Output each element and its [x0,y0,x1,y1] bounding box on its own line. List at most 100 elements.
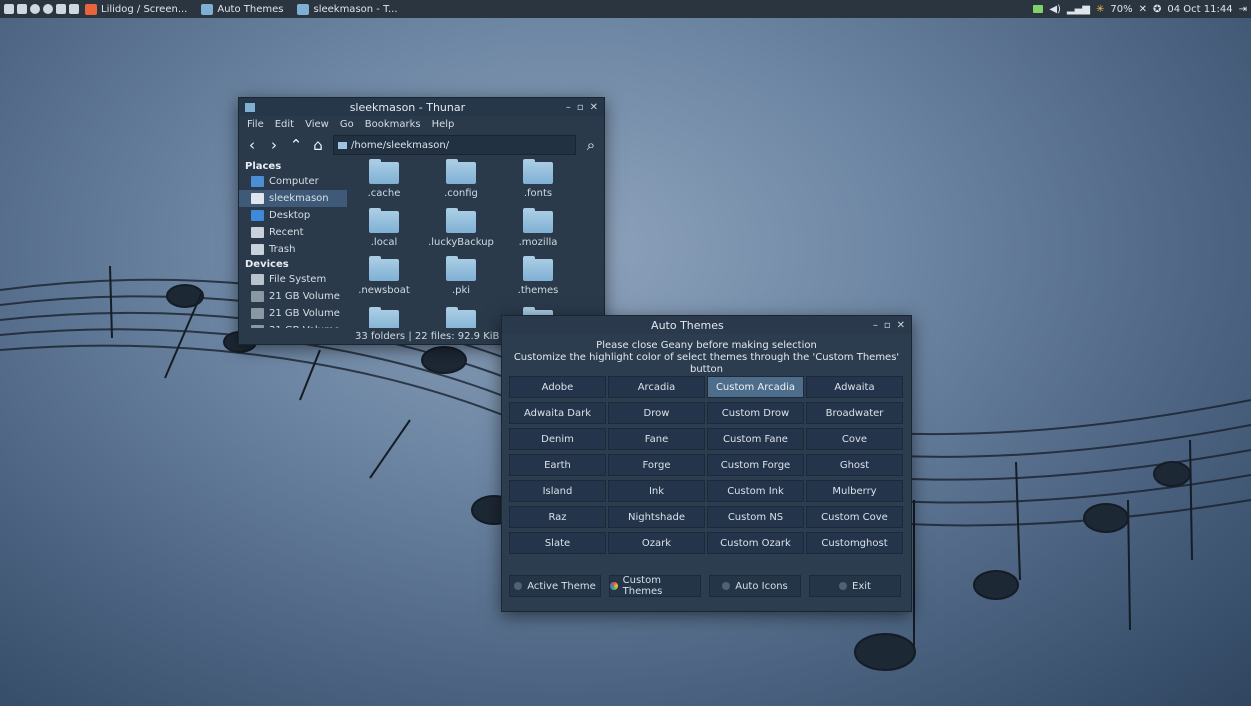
theme-button-ghost[interactable]: Ghost [806,454,903,476]
theme-button-custom-drow[interactable]: Custom Drow [707,402,804,424]
search-icon[interactable]: ⌕ [584,136,598,154]
sidebar-item-label: 21 GB Volume [269,291,340,302]
theme-button-arcadia[interactable]: Arcadia [608,376,705,398]
forward-icon[interactable]: › [267,136,281,154]
close-icon[interactable]: ✕ [897,320,905,331]
sidebar-item-desktop[interactable]: Desktop [239,207,347,224]
button-label: Auto Icons [735,580,788,592]
folder-item[interactable] [426,307,496,328]
button-label: Exit [852,580,871,592]
theme-button-slate[interactable]: Slate [509,532,606,554]
minimize-icon[interactable]: – [873,320,878,331]
folder-label: .themes [517,285,559,296]
theme-button-custom-fane[interactable]: Custom Fane [707,428,804,450]
folder-item[interactable]: .mozilla [503,208,573,248]
menu-view[interactable]: View [305,119,329,130]
sidebar-item-21-gb-volume[interactable]: 21 GB Volume [239,288,347,305]
folder-icon [523,208,553,233]
up-icon[interactable]: ⌃ [289,136,303,154]
auto-icons-icon [722,582,731,590]
sidebar-item-label: Computer [269,176,319,187]
sidebar-item-file-system[interactable]: File System [239,271,347,288]
folder-item[interactable]: .pki [426,256,496,296]
folder-label: .pki [451,285,471,296]
theme-button-custom-forge[interactable]: Custom Forge [707,454,804,476]
theme-button-forge[interactable]: Forge [608,454,705,476]
theme-button-custom-arcadia[interactable]: Custom Arcadia [707,376,804,398]
theme-button-mulberry[interactable]: Mulberry [806,480,903,502]
folder-label: .cache [367,188,401,199]
exit-button[interactable]: Exit [809,575,901,597]
theme-button-earth[interactable]: Earth [509,454,606,476]
folder-icon [446,307,476,328]
sidebar-item-sleekmason[interactable]: sleekmason [239,190,347,207]
theme-button-adwaita-dark[interactable]: Adwaita Dark [509,402,606,424]
folder-item[interactable]: .config [426,159,496,199]
theme-button-custom-ns[interactable]: Custom NS [707,506,804,528]
home-icon[interactable]: ⌂ [311,136,325,154]
location-bar[interactable]: /home/sleekmason/ [333,135,576,155]
folder-item[interactable]: .themes [503,256,573,296]
close-icon[interactable]: ✕ [590,102,598,113]
menu-bookmarks[interactable]: Bookmarks [365,119,421,130]
theme-button-raz[interactable]: Raz [509,506,606,528]
custom-themes-icon [610,582,618,590]
theme-button-custom-ink[interactable]: Custom Ink [707,480,804,502]
sidebar-item-trash[interactable]: Trash [239,241,347,258]
menu-file[interactable]: File [247,119,264,130]
thunar-titlebar[interactable]: sleekmason - Thunar – ▫ ✕ [239,98,604,116]
folder-item[interactable]: .cache [349,159,419,199]
menu-help[interactable]: Help [432,119,455,130]
theme-button-drow[interactable]: Drow [608,402,705,424]
sidebar-item-31-gb-volume[interactable]: 31 GB Volume [239,322,347,328]
folder-icon [446,159,476,184]
theme-button-nightshade[interactable]: Nightshade [608,506,705,528]
maximize-icon[interactable]: ▫ [884,320,891,331]
folder-item[interactable]: .local [349,208,419,248]
folder-item[interactable] [349,307,419,328]
back-icon[interactable]: ‹ [245,136,259,154]
folder-item[interactable]: .luckyBackup [426,208,496,248]
folder-item[interactable]: .newsboat [349,256,419,296]
theme-button-ink[interactable]: Ink [608,480,705,502]
auto-themes-titlebar[interactable]: Auto Themes – ▫ ✕ [502,316,911,334]
theme-button-adwaita[interactable]: Adwaita [806,376,903,398]
theme-button-fane[interactable]: Fane [608,428,705,450]
folder-item[interactable]: .fonts [503,159,573,199]
folder-icon [446,208,476,233]
auto-icons-button[interactable]: Auto Icons [709,575,801,597]
theme-button-customghost[interactable]: Customghost [806,532,903,554]
sidebar-item-label: Trash [269,244,296,255]
instruction-line-2: Customize the highlight color of select … [513,352,900,375]
file-view[interactable]: .cache .config .fonts .local .luckyBackup .mo… [347,158,604,328]
theme-button-denim[interactable]: Denim [509,428,606,450]
theme-button-ozark[interactable]: Ozark [608,532,705,554]
theme-button-adobe[interactable]: Adobe [509,376,606,398]
home-icon [251,193,264,204]
folder-icon [523,256,553,281]
sidebar-item-recent[interactable]: Recent [239,224,347,241]
menu-go[interactable]: Go [340,119,354,130]
active-theme-button[interactable]: Active Theme [509,575,601,597]
minimize-icon[interactable]: – [566,102,571,113]
places-header: Places [245,161,282,172]
maximize-icon[interactable]: ▫ [577,102,584,113]
menu-edit[interactable]: Edit [275,119,294,130]
sidebar-item-21-gb-volume[interactable]: 21 GB Volume [239,305,347,322]
app-menu-icon[interactable] [245,102,255,112]
folder-icon [369,256,399,281]
custom-themes-button[interactable]: Custom Themes [609,575,701,597]
theme-button-island[interactable]: Island [509,480,606,502]
sidebar-item-computer[interactable]: Computer [239,173,347,190]
theme-button-cove[interactable]: Cove [806,428,903,450]
theme-button-custom-ozark[interactable]: Custom Ozark [707,532,804,554]
folder-label: .newsboat [358,285,410,296]
folder-label: .fonts [523,188,553,199]
theme-button-broadwater[interactable]: Broadwater [806,402,903,424]
folder-icon [369,208,399,233]
folder-label: .config [444,188,478,199]
instructions: Please close Geany before making selecti… [502,340,911,376]
active-theme-icon [514,582,523,590]
sidebar-item-label: Recent [269,227,304,238]
theme-button-custom-cove[interactable]: Custom Cove [806,506,903,528]
